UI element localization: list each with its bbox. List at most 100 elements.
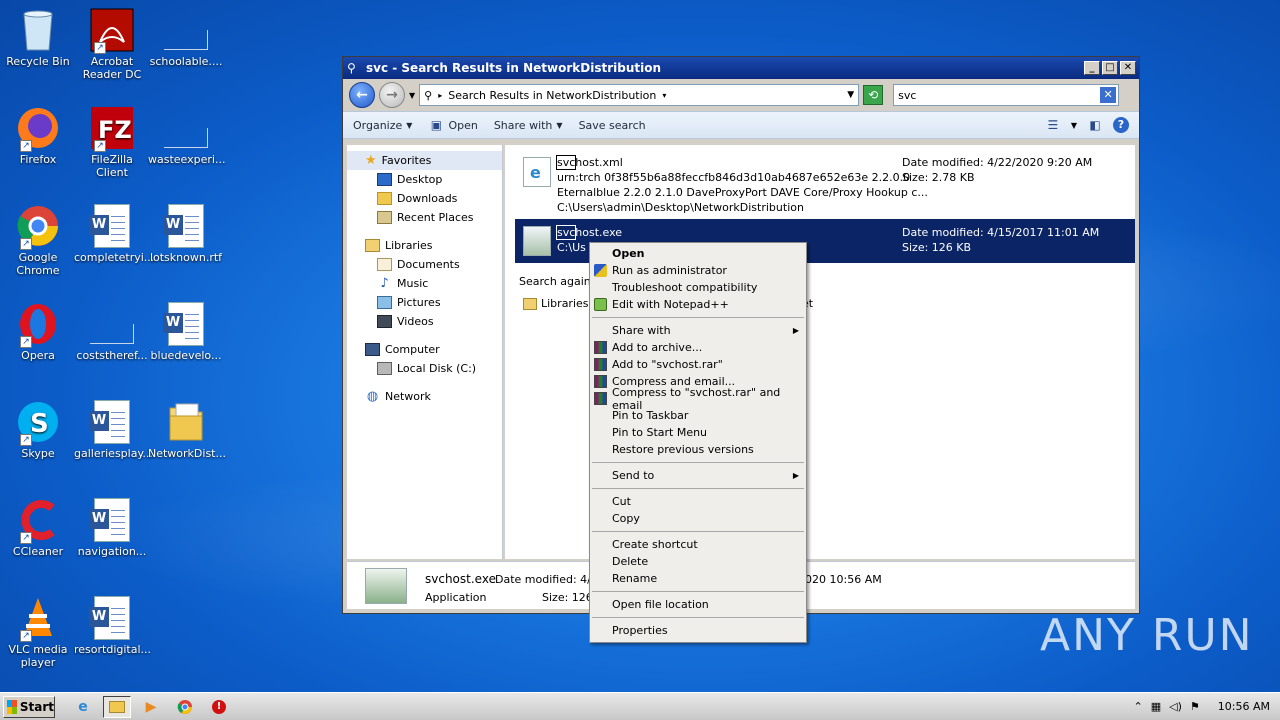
desktop-icon-acrobat[interactable]: ↗ Acrobat Reader DC	[74, 8, 150, 81]
menu-item-compress-rar-email[interactable]: Compress to "svchost.rar" and email	[590, 386, 806, 412]
desktop-icon-resortdigital[interactable]: resortdigital...	[74, 596, 151, 656]
skype-icon: S ↗	[16, 400, 60, 446]
desktop-icon-chrome[interactable]: ↗ Google Chrome	[0, 204, 76, 277]
nav-recent-places[interactable]: Recent Places	[347, 208, 502, 227]
help-icon[interactable]: ?	[1113, 117, 1129, 133]
nav-label: Network	[385, 390, 431, 403]
search-again-libraries[interactable]: Libraries	[523, 297, 589, 310]
desktop-icon-networkdist[interactable]: NetworkDist...	[148, 400, 226, 460]
taskbar-chrome[interactable]	[171, 696, 199, 718]
volume-icon[interactable]: ◁)	[1169, 700, 1182, 713]
menu-item-properties[interactable]: Properties	[590, 622, 806, 639]
nav-computer[interactable]: Computer	[347, 340, 502, 359]
action-center-flag-icon[interactable]: ⚑	[1190, 700, 1200, 713]
maximize-button[interactable]: □	[1102, 61, 1118, 75]
menu-item-troubleshoot[interactable]: Troubleshoot compatibility	[590, 279, 806, 296]
taskbar-media-player[interactable]: ▶	[137, 696, 165, 718]
start-button[interactable]: Start	[3, 695, 55, 718]
menu-item-create-shortcut[interactable]: Create shortcut	[590, 536, 806, 553]
navigation-pane: ★ Favorites Desktop Downloads Recent Plac…	[347, 145, 503, 559]
show-hidden-icons-icon[interactable]: ⌃	[1134, 700, 1143, 713]
desktop-icon-vlc[interactable]: ↗ VLC media player	[0, 596, 76, 669]
breadcrumb-chevron-icon[interactable]: ▸	[438, 91, 442, 100]
clear-search-icon[interactable]: ✕	[1100, 87, 1117, 103]
nav-network[interactable]: ◍ Network	[347, 387, 502, 406]
nav-music[interactable]: ♪ Music	[347, 274, 502, 293]
menu-item-add-archive[interactable]: Add to archive...	[590, 339, 806, 356]
desktop-icon-firefox[interactable]: ↗ Firefox	[0, 106, 76, 166]
taskbar-explorer[interactable]	[103, 695, 131, 718]
start-label: Start	[19, 699, 54, 714]
menu-item-open[interactable]: Open	[590, 245, 806, 262]
menu-item-edit-notepadpp[interactable]: Edit with Notepad++	[590, 296, 806, 313]
menu-item-delete[interactable]: Delete	[590, 553, 806, 570]
taskbar-ie[interactable]: e	[69, 696, 97, 718]
desktop-icon-opera[interactable]: ↗ Opera	[0, 302, 76, 362]
close-button[interactable]: ✕	[1120, 61, 1136, 75]
open-button[interactable]: ▣ Open	[428, 118, 478, 132]
menu-item-rename[interactable]: Rename	[590, 570, 806, 587]
organize-button[interactable]: Organize ▼	[353, 119, 412, 132]
preview-pane-icon[interactable]: ◧	[1087, 118, 1103, 132]
search-input[interactable]: svc ✕	[893, 84, 1120, 106]
nav-label: Pictures	[397, 296, 441, 309]
menu-label: Edit with Notepad++	[612, 298, 729, 311]
address-history-chevron-icon[interactable]: ▼	[847, 90, 854, 100]
share-with-button[interactable]: Share with ▼	[494, 119, 563, 132]
forward-button[interactable]: →	[379, 82, 405, 108]
menu-item-pin-taskbar[interactable]: Pin to Taskbar	[590, 407, 806, 424]
nav-pictures[interactable]: Pictures	[347, 293, 502, 312]
desktop-icon-ccleaner[interactable]: ↗ CCleaner	[0, 498, 76, 558]
minimize-button[interactable]: _	[1084, 61, 1100, 75]
search-result-svchost-xml[interactable]: svchost.xml urn:trch 0f38f55b6a88feccfb8…	[515, 149, 1135, 217]
chrome-icon	[177, 699, 192, 714]
menu-item-open-file-location[interactable]: Open file location	[590, 596, 806, 613]
desktop-icon-coststheref[interactable]: coststheref...	[74, 302, 150, 362]
desktop-icon-skype[interactable]: S ↗ Skype	[0, 400, 76, 460]
menu-item-pin-start[interactable]: Pin to Start Menu	[590, 424, 806, 441]
menu-item-share-with[interactable]: Share with ▶	[590, 322, 806, 339]
menu-item-cut[interactable]: Cut	[590, 493, 806, 510]
result-meta: Date modified: 4/22/2020 9:20 AM Size: 2…	[902, 155, 1092, 185]
menu-item-run-as-admin[interactable]: Run as administrator	[590, 262, 806, 279]
taskbar-stop[interactable]: !	[205, 696, 233, 718]
back-button[interactable]: ←	[349, 82, 375, 108]
desktop-icon-lotsknown[interactable]: lotsknown.rtf	[148, 204, 224, 264]
menu-item-copy[interactable]: Copy	[590, 510, 806, 527]
nav-local-disk[interactable]: Local Disk (C:)	[347, 359, 502, 378]
breadcrumb[interactable]: Search Results in NetworkDistribution	[448, 89, 656, 102]
blank-doc-shape	[164, 30, 208, 50]
desktop-icon-schoolable[interactable]: schoolable....	[148, 8, 224, 68]
change-view-icon[interactable]: ☰	[1045, 118, 1061, 132]
nav-libraries[interactable]: Libraries	[347, 236, 502, 255]
view-options-chevron-icon[interactable]: ▼	[1071, 121, 1077, 130]
window-titlebar[interactable]: ⚲ svc - Search Results in NetworkDistrib…	[343, 57, 1139, 79]
address-bar[interactable]: ⚲ ▸ Search Results in NetworkDistributio…	[419, 84, 860, 106]
desktop-icon-filezilla[interactable]: FZ ↗ FileZilla Client	[74, 106, 150, 179]
recent-pages-chevron-icon[interactable]: ▼	[409, 91, 415, 100]
clock[interactable]: 10:56 AM	[1218, 700, 1270, 713]
menu-item-add-rar[interactable]: Add to "svchost.rar"	[590, 356, 806, 373]
desktop-icon-completetryi[interactable]: completetryi...	[74, 204, 154, 264]
breadcrumb-dropdown-icon[interactable]: ▾	[662, 91, 666, 100]
nav-favorites[interactable]: ★ Favorites	[347, 151, 502, 170]
desktop-icon-recycle-bin[interactable]: Recycle Bin	[0, 8, 76, 68]
nav-videos[interactable]: Videos	[347, 312, 502, 331]
desktop-icon-navigation[interactable]: navigation...	[74, 498, 150, 558]
network-icon[interactable]: ▦	[1151, 700, 1161, 713]
desktop-icon-bluedevelo[interactable]: bluedevelo...	[148, 302, 224, 362]
menu-item-send-to[interactable]: Send to ▶	[590, 467, 806, 484]
nav-desktop[interactable]: Desktop	[347, 170, 502, 189]
word-document-icon	[89, 498, 134, 542]
menu-item-restore-previous[interactable]: Restore previous versions	[590, 441, 806, 458]
nav-downloads[interactable]: Downloads	[347, 189, 502, 208]
red-stop-icon: !	[212, 699, 226, 714]
menu-separator	[592, 488, 804, 489]
taskbar: Start e ▶ ! ⌃ ▦ ◁) ⚑ 10:56 AM	[0, 692, 1280, 720]
desktop-icon-wasteexperi[interactable]: wasteexperi...	[148, 106, 225, 166]
nav-documents[interactable]: Documents	[347, 255, 502, 274]
refresh-button[interactable]: ⟲	[863, 85, 884, 105]
nav-label: Music	[397, 277, 429, 290]
desktop-icon-galleriesplay[interactable]: galleriesplay...	[74, 400, 153, 460]
save-search-button[interactable]: Save search	[579, 119, 646, 132]
